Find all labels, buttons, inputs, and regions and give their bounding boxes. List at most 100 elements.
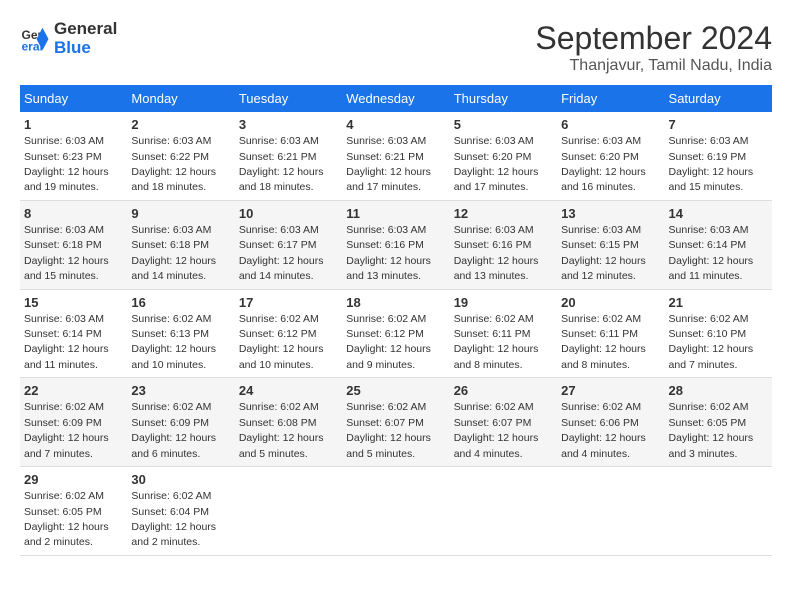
day-number: 6 (561, 116, 660, 134)
day-info: Sunrise: 6:03 AMSunset: 6:22 PMDaylight:… (131, 135, 216, 193)
day-info: Sunrise: 6:02 AMSunset: 6:12 PMDaylight:… (239, 313, 324, 371)
calendar-table: SundayMondayTuesdayWednesdayThursdayFrid… (20, 85, 772, 556)
day-number: 8 (24, 205, 123, 223)
day-number: 3 (239, 116, 338, 134)
calendar-cell (665, 467, 772, 556)
day-number: 24 (239, 382, 338, 400)
title-block: September 2024 Thanjavur, Tamil Nadu, In… (535, 20, 772, 75)
day-info: Sunrise: 6:03 AMSunset: 6:14 PMDaylight:… (669, 224, 754, 282)
day-info: Sunrise: 6:03 AMSunset: 6:21 PMDaylight:… (239, 135, 324, 193)
calendar-cell: 18Sunrise: 6:02 AMSunset: 6:12 PMDayligh… (342, 289, 449, 378)
day-info: Sunrise: 6:03 AMSunset: 6:18 PMDaylight:… (24, 224, 109, 282)
header-thursday: Thursday (450, 85, 557, 112)
calendar-cell: 30Sunrise: 6:02 AMSunset: 6:04 PMDayligh… (127, 467, 234, 556)
calendar-cell: 9Sunrise: 6:03 AMSunset: 6:18 PMDaylight… (127, 200, 234, 289)
calendar-cell: 25Sunrise: 6:02 AMSunset: 6:07 PMDayligh… (342, 378, 449, 467)
header-monday: Monday (127, 85, 234, 112)
day-number: 22 (24, 382, 123, 400)
week-row-5: 29Sunrise: 6:02 AMSunset: 6:05 PMDayligh… (20, 467, 772, 556)
calendar-cell: 24Sunrise: 6:02 AMSunset: 6:08 PMDayligh… (235, 378, 342, 467)
day-info: Sunrise: 6:03 AMSunset: 6:21 PMDaylight:… (346, 135, 431, 193)
day-number: 17 (239, 294, 338, 312)
day-info: Sunrise: 6:02 AMSunset: 6:06 PMDaylight:… (561, 401, 646, 459)
header-tuesday: Tuesday (235, 85, 342, 112)
day-number: 2 (131, 116, 230, 134)
calendar-cell: 22Sunrise: 6:02 AMSunset: 6:09 PMDayligh… (20, 378, 127, 467)
day-number: 30 (131, 471, 230, 489)
day-number: 14 (669, 205, 768, 223)
day-info: Sunrise: 6:03 AMSunset: 6:23 PMDaylight:… (24, 135, 109, 193)
day-number: 28 (669, 382, 768, 400)
day-info: Sunrise: 6:03 AMSunset: 6:16 PMDaylight:… (346, 224, 431, 282)
calendar-cell: 3Sunrise: 6:03 AMSunset: 6:21 PMDaylight… (235, 112, 342, 200)
calendar-header-row: SundayMondayTuesdayWednesdayThursdayFrid… (20, 85, 772, 112)
calendar-cell: 4Sunrise: 6:03 AMSunset: 6:21 PMDaylight… (342, 112, 449, 200)
logo-line1: General (54, 20, 117, 39)
day-info: Sunrise: 6:02 AMSunset: 6:07 PMDaylight:… (346, 401, 431, 459)
day-info: Sunrise: 6:02 AMSunset: 6:11 PMDaylight:… (454, 313, 539, 371)
day-info: Sunrise: 6:03 AMSunset: 6:18 PMDaylight:… (131, 224, 216, 282)
logo: Gen eral General Blue (20, 20, 117, 57)
day-info: Sunrise: 6:02 AMSunset: 6:09 PMDaylight:… (24, 401, 109, 459)
day-info: Sunrise: 6:03 AMSunset: 6:16 PMDaylight:… (454, 224, 539, 282)
logo-line2: Blue (54, 39, 117, 58)
calendar-title: September 2024 (535, 20, 772, 57)
calendar-cell: 1Sunrise: 6:03 AMSunset: 6:23 PMDaylight… (20, 112, 127, 200)
day-info: Sunrise: 6:02 AMSunset: 6:10 PMDaylight:… (669, 313, 754, 371)
day-info: Sunrise: 6:02 AMSunset: 6:09 PMDaylight:… (131, 401, 216, 459)
calendar-cell: 29Sunrise: 6:02 AMSunset: 6:05 PMDayligh… (20, 467, 127, 556)
calendar-cell (557, 467, 664, 556)
header-saturday: Saturday (665, 85, 772, 112)
day-number: 23 (131, 382, 230, 400)
day-info: Sunrise: 6:03 AMSunset: 6:20 PMDaylight:… (561, 135, 646, 193)
day-number: 18 (346, 294, 445, 312)
calendar-cell: 11Sunrise: 6:03 AMSunset: 6:16 PMDayligh… (342, 200, 449, 289)
day-info: Sunrise: 6:03 AMSunset: 6:15 PMDaylight:… (561, 224, 646, 282)
week-row-3: 15Sunrise: 6:03 AMSunset: 6:14 PMDayligh… (20, 289, 772, 378)
calendar-cell: 12Sunrise: 6:03 AMSunset: 6:16 PMDayligh… (450, 200, 557, 289)
calendar-cell: 6Sunrise: 6:03 AMSunset: 6:20 PMDaylight… (557, 112, 664, 200)
calendar-cell: 20Sunrise: 6:02 AMSunset: 6:11 PMDayligh… (557, 289, 664, 378)
calendar-cell: 28Sunrise: 6:02 AMSunset: 6:05 PMDayligh… (665, 378, 772, 467)
day-info: Sunrise: 6:03 AMSunset: 6:20 PMDaylight:… (454, 135, 539, 193)
calendar-cell: 13Sunrise: 6:03 AMSunset: 6:15 PMDayligh… (557, 200, 664, 289)
day-number: 26 (454, 382, 553, 400)
week-row-1: 1Sunrise: 6:03 AMSunset: 6:23 PMDaylight… (20, 112, 772, 200)
day-number: 4 (346, 116, 445, 134)
calendar-cell: 16Sunrise: 6:02 AMSunset: 6:13 PMDayligh… (127, 289, 234, 378)
day-number: 5 (454, 116, 553, 134)
calendar-cell (235, 467, 342, 556)
calendar-cell: 14Sunrise: 6:03 AMSunset: 6:14 PMDayligh… (665, 200, 772, 289)
day-info: Sunrise: 6:03 AMSunset: 6:19 PMDaylight:… (669, 135, 754, 193)
day-number: 13 (561, 205, 660, 223)
page-header: Gen eral General Blue September 2024 Tha… (20, 20, 772, 75)
calendar-cell: 2Sunrise: 6:03 AMSunset: 6:22 PMDaylight… (127, 112, 234, 200)
calendar-cell: 8Sunrise: 6:03 AMSunset: 6:18 PMDaylight… (20, 200, 127, 289)
calendar-cell: 17Sunrise: 6:02 AMSunset: 6:12 PMDayligh… (235, 289, 342, 378)
day-number: 27 (561, 382, 660, 400)
week-row-4: 22Sunrise: 6:02 AMSunset: 6:09 PMDayligh… (20, 378, 772, 467)
day-info: Sunrise: 6:02 AMSunset: 6:05 PMDaylight:… (24, 490, 109, 548)
header-friday: Friday (557, 85, 664, 112)
day-info: Sunrise: 6:02 AMSunset: 6:13 PMDaylight:… (131, 313, 216, 371)
calendar-cell: 26Sunrise: 6:02 AMSunset: 6:07 PMDayligh… (450, 378, 557, 467)
calendar-cell: 10Sunrise: 6:03 AMSunset: 6:17 PMDayligh… (235, 200, 342, 289)
calendar-cell (342, 467, 449, 556)
calendar-cell (450, 467, 557, 556)
calendar-cell: 21Sunrise: 6:02 AMSunset: 6:10 PMDayligh… (665, 289, 772, 378)
calendar-cell: 27Sunrise: 6:02 AMSunset: 6:06 PMDayligh… (557, 378, 664, 467)
day-info: Sunrise: 6:02 AMSunset: 6:08 PMDaylight:… (239, 401, 324, 459)
day-number: 9 (131, 205, 230, 223)
day-info: Sunrise: 6:02 AMSunset: 6:05 PMDaylight:… (669, 401, 754, 459)
day-number: 20 (561, 294, 660, 312)
day-info: Sunrise: 6:03 AMSunset: 6:17 PMDaylight:… (239, 224, 324, 282)
day-number: 21 (669, 294, 768, 312)
day-number: 19 (454, 294, 553, 312)
logo-icon: Gen eral (20, 24, 50, 54)
day-number: 1 (24, 116, 123, 134)
header-sunday: Sunday (20, 85, 127, 112)
day-info: Sunrise: 6:02 AMSunset: 6:12 PMDaylight:… (346, 313, 431, 371)
calendar-subtitle: Thanjavur, Tamil Nadu, India (535, 57, 772, 75)
day-number: 10 (239, 205, 338, 223)
calendar-cell: 19Sunrise: 6:02 AMSunset: 6:11 PMDayligh… (450, 289, 557, 378)
